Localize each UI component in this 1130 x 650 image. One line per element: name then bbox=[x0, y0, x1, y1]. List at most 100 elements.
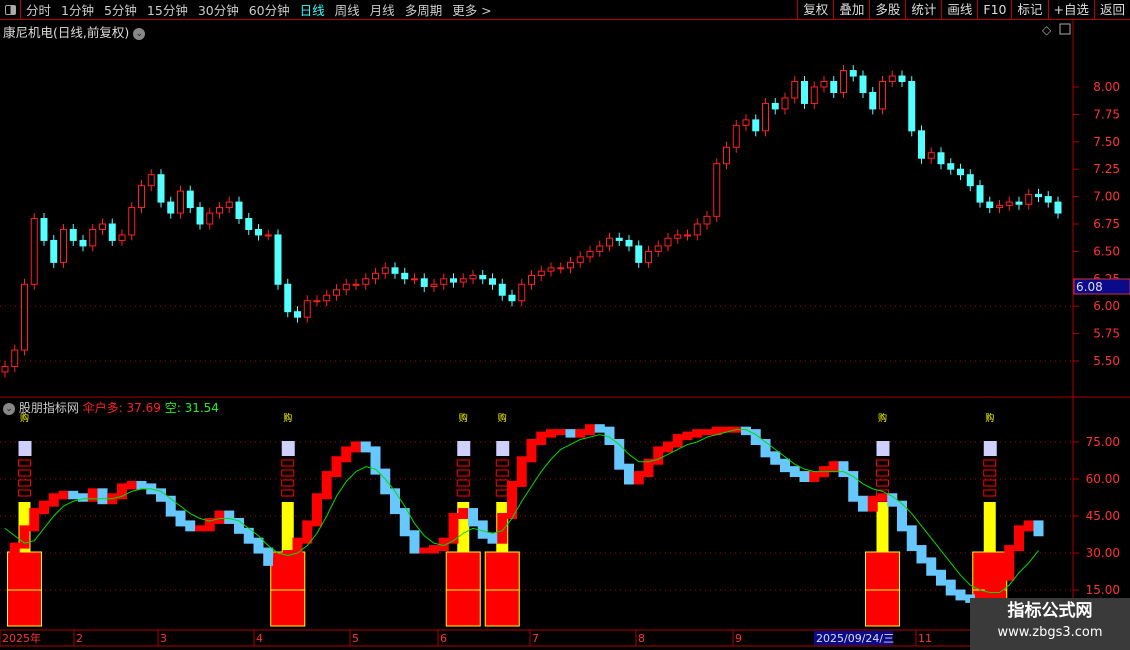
date-label: 8 bbox=[638, 632, 645, 645]
signal-buy-label: 购 bbox=[498, 412, 507, 424]
signal-marker bbox=[983, 441, 997, 456]
candle-body bbox=[1015, 201, 1023, 205]
candle-body bbox=[186, 190, 194, 209]
long-step bbox=[945, 579, 956, 596]
long-step bbox=[672, 434, 683, 448]
long-step bbox=[273, 557, 283, 566]
candle-body bbox=[849, 70, 857, 77]
signal-step bbox=[18, 469, 31, 477]
signal-red-box bbox=[7, 551, 42, 627]
long-step bbox=[175, 510, 186, 527]
long-step bbox=[585, 424, 595, 436]
candle-body bbox=[752, 119, 760, 132]
long-step bbox=[68, 490, 79, 500]
signal-step bbox=[876, 469, 889, 477]
price-label: 8.00 bbox=[1093, 80, 1120, 94]
long-step bbox=[809, 471, 820, 483]
candle-body bbox=[323, 294, 331, 302]
long-step bbox=[848, 471, 859, 502]
long-step bbox=[224, 510, 235, 524]
candle-body bbox=[810, 86, 818, 104]
candle-body bbox=[99, 223, 106, 230]
candle-body bbox=[567, 261, 574, 269]
signal-step bbox=[983, 459, 997, 467]
long-step bbox=[565, 429, 576, 438]
long-step bbox=[487, 532, 498, 544]
candle-body bbox=[996, 204, 1003, 209]
candle-body bbox=[1044, 196, 1052, 203]
candle-body bbox=[50, 239, 58, 263]
date-label: 6 bbox=[440, 632, 447, 645]
signal-marker bbox=[281, 441, 295, 456]
candle-body bbox=[108, 223, 116, 241]
current-price-label: 6.08 bbox=[1076, 280, 1103, 294]
signal-red-box bbox=[865, 551, 900, 627]
candle-body bbox=[1025, 193, 1033, 205]
candle-body bbox=[606, 237, 613, 247]
candle-body bbox=[693, 223, 701, 236]
candle-body bbox=[869, 91, 877, 110]
candle-body bbox=[245, 218, 253, 230]
long-step bbox=[1004, 545, 1015, 581]
long-step bbox=[370, 446, 381, 475]
candle-body bbox=[69, 228, 77, 241]
long-step bbox=[282, 550, 293, 564]
signal-step bbox=[456, 489, 470, 497]
candle-body bbox=[771, 102, 779, 110]
candle-body bbox=[264, 234, 272, 237]
candle-body bbox=[528, 275, 535, 285]
long-step bbox=[9, 542, 20, 561]
indicator-axis-label: 15.00 bbox=[1086, 583, 1120, 597]
long-step bbox=[926, 557, 937, 576]
candle-body bbox=[820, 81, 828, 88]
candle-body bbox=[450, 278, 457, 283]
long-step bbox=[536, 431, 547, 445]
candle-body bbox=[362, 278, 370, 285]
signal-step bbox=[281, 469, 295, 477]
signal-step bbox=[983, 469, 997, 477]
candle-body bbox=[879, 81, 886, 110]
candle-body bbox=[60, 228, 67, 263]
candle-body bbox=[216, 207, 223, 214]
candle-body bbox=[469, 275, 477, 280]
candle-body bbox=[518, 283, 526, 302]
signal-step bbox=[281, 459, 295, 467]
candle-body bbox=[440, 278, 448, 285]
long-step bbox=[575, 429, 586, 438]
diamond-icon: ◇ bbox=[1042, 23, 1052, 37]
candle-body bbox=[508, 294, 516, 302]
candle-body bbox=[284, 283, 292, 313]
long-step bbox=[955, 589, 966, 601]
signal-buy-label: 购 bbox=[985, 412, 994, 424]
candle-body bbox=[888, 75, 896, 83]
long-step bbox=[409, 530, 420, 554]
crosshair-date-label: 2025/09/24/三 bbox=[816, 632, 894, 645]
price-label: 5.50 bbox=[1093, 354, 1120, 368]
long-step bbox=[331, 456, 342, 478]
long-step bbox=[58, 490, 69, 500]
long-step bbox=[546, 429, 556, 438]
date-label: 7 bbox=[532, 632, 539, 645]
candle-body bbox=[40, 218, 48, 241]
candle-body bbox=[840, 70, 847, 93]
signal-buy-label: 购 bbox=[20, 412, 29, 424]
long-step bbox=[789, 466, 800, 478]
long-step bbox=[185, 520, 196, 532]
chart-canvas[interactable]: ◇8.007.757.507.257.006.756.506.256.005.7… bbox=[0, 0, 1130, 650]
long-step bbox=[1014, 525, 1024, 552]
candle-body bbox=[703, 215, 711, 225]
panel-icon bbox=[1059, 23, 1071, 35]
price-label: 7.00 bbox=[1093, 190, 1120, 204]
candle-body bbox=[918, 130, 925, 159]
candle-body bbox=[313, 300, 321, 303]
long-step bbox=[468, 508, 478, 527]
long-step bbox=[780, 458, 790, 473]
signal-red-box bbox=[445, 551, 481, 627]
date-label: 5 bbox=[352, 632, 359, 645]
long-step bbox=[594, 424, 605, 433]
long-step bbox=[429, 545, 439, 554]
long-step bbox=[39, 500, 49, 515]
signal-yellow-bar bbox=[281, 502, 294, 552]
candle-body bbox=[303, 300, 311, 318]
long-step bbox=[48, 493, 59, 507]
